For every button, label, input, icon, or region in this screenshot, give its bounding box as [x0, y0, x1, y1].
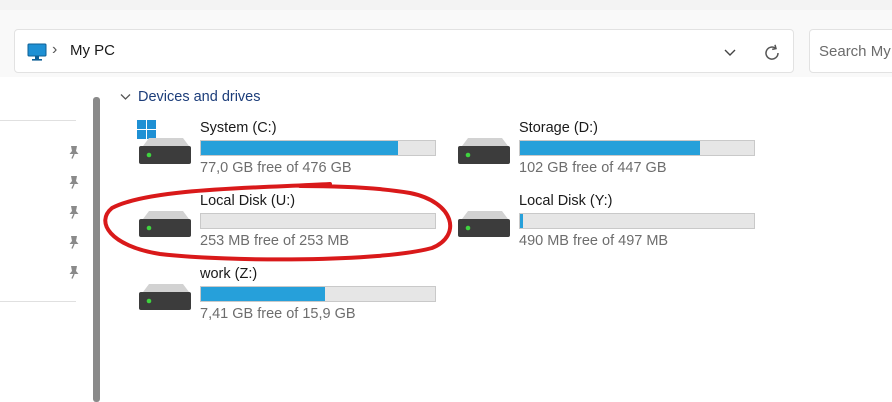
drive-usage-fill: [201, 141, 398, 155]
drive-label: Local Disk (Y:): [519, 193, 613, 209]
hard-drive-icon: [458, 211, 510, 237]
drive-item-y[interactable]: Local Disk (Y:) 490 MB free of 497 MB: [456, 193, 776, 253]
address-toolbar: › My PC Search My PC: [0, 10, 892, 77]
refresh-icon[interactable]: [762, 43, 782, 63]
drive-free-space: 7,41 GB free of 15,9 GB: [200, 306, 356, 322]
chevron-down-icon[interactable]: [722, 45, 738, 59]
pin-icon[interactable]: [68, 235, 80, 249]
drive-item-c[interactable]: System (C:) 77,0 GB free of 476 GB: [137, 120, 457, 180]
drive-free-space: 77,0 GB free of 476 GB: [200, 160, 352, 176]
hard-drive-icon: [139, 284, 191, 310]
drive-usage-bar: [200, 286, 436, 302]
drive-usage-bar: [200, 140, 436, 156]
drive-label: System (C:): [200, 120, 277, 136]
drive-item-u[interactable]: Local Disk (U:) 253 MB free of 253 MB: [137, 193, 457, 253]
drive-label: work (Z:): [200, 266, 258, 282]
drive-usage-fill: [520, 141, 701, 155]
section-title: Devices and drives: [138, 89, 261, 105]
hard-drive-icon: [458, 138, 510, 164]
address-bar[interactable]: › My PC: [14, 29, 794, 73]
hard-drive-icon: [139, 211, 191, 237]
navigation-pane: [0, 77, 91, 402]
search-input[interactable]: Search My PC: [809, 29, 892, 73]
pin-icon[interactable]: [68, 205, 80, 219]
drive-label: Local Disk (U:): [200, 193, 296, 209]
monitor-icon: [27, 43, 47, 61]
drive-usage-fill: [520, 214, 524, 228]
drive-item-d[interactable]: Storage (D:) 102 GB free of 447 GB: [456, 120, 776, 180]
nav-divider: [0, 301, 76, 302]
nav-divider: [0, 120, 76, 121]
breadcrumb-separator[interactable]: ›: [52, 41, 57, 59]
pin-icon[interactable]: [68, 145, 80, 159]
drive-item-z[interactable]: work (Z:) 7,41 GB free of 15,9 GB: [137, 266, 457, 326]
nav-pane-scrollbar[interactable]: [93, 97, 100, 402]
drive-usage-bar: [200, 213, 436, 229]
chevron-down-icon[interactable]: [120, 93, 131, 101]
drive-usage-bar: [519, 213, 755, 229]
drive-usage-bar: [519, 140, 755, 156]
pin-icon[interactable]: [68, 265, 80, 279]
drive-free-space: 102 GB free of 447 GB: [519, 160, 667, 176]
drive-usage-fill: [201, 287, 326, 301]
drive-label: Storage (D:): [519, 120, 598, 136]
pin-icon[interactable]: [68, 175, 80, 189]
drive-free-space: 253 MB free of 253 MB: [200, 233, 350, 249]
windows-drive-icon: [137, 120, 191, 164]
breadcrumb-my-pc[interactable]: My PC: [70, 42, 115, 59]
drive-free-space: 490 MB free of 497 MB: [519, 233, 669, 249]
